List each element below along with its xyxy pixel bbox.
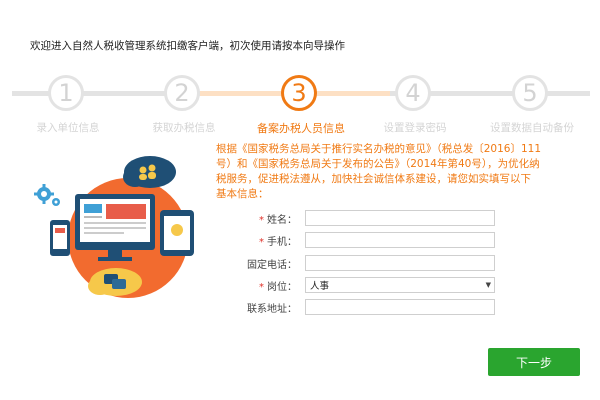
landline-label: 固定电话： <box>247 259 297 271</box>
form-row-position: * 岗位： 人事 ▼ <box>230 276 495 294</box>
name-input[interactable] <box>305 210 495 226</box>
required-mark: * <box>259 214 264 226</box>
form-row-name: * 姓名： <box>230 209 495 227</box>
step-2-label: 获取办税信息 <box>152 122 216 134</box>
form-row-landline: 固定电话： <box>230 254 495 272</box>
required-mark: * <box>259 281 264 293</box>
landline-input[interactable] <box>305 255 495 271</box>
phone-label: 手机： <box>267 236 297 248</box>
name-label: 姓名： <box>267 214 297 226</box>
page-title: 欢迎进入自然人税收管理系统扣缴客户端，初次使用请按本向导操作 <box>30 40 345 52</box>
phone-icon <box>50 220 70 256</box>
step-5-label: 设置数据自动备份 <box>490 122 574 134</box>
required-mark: * <box>259 236 264 248</box>
next-button[interactable]: 下一步 <box>488 348 580 376</box>
tablet-icon <box>160 210 194 256</box>
form-row-phone: * 手机： <box>230 231 495 249</box>
dropdown-arrow-icon: ▼ <box>485 281 491 289</box>
device-illustration <box>34 156 194 298</box>
step-3-label: 备案办税人员信息 <box>257 122 345 135</box>
step-1-label: 录入单位信息 <box>36 122 100 134</box>
address-input[interactable] <box>305 299 495 315</box>
gear-icon <box>34 184 54 204</box>
notice-text: 根据《国家税务总局关于推行实名办税的意见》（税总发〔2016〕111号）和《国家… <box>216 143 542 200</box>
address-label: 联系地址： <box>247 303 297 315</box>
step-4-circle: 4 <box>395 75 431 111</box>
step-3-circle: 3 <box>281 75 317 111</box>
people-icon <box>123 156 176 188</box>
step-1-circle: 1 <box>48 75 84 111</box>
step-5-circle: 5 <box>512 75 548 111</box>
step-4-label: 设置登录密码 <box>383 122 447 134</box>
position-select[interactable]: 人事 ▼ <box>305 277 495 293</box>
position-label: 岗位： <box>267 281 297 293</box>
phone-input[interactable] <box>305 232 495 248</box>
step-2-circle: 2 <box>164 75 200 111</box>
position-value: 人事 <box>310 281 330 292</box>
form-row-address: 联系地址： <box>230 298 495 316</box>
